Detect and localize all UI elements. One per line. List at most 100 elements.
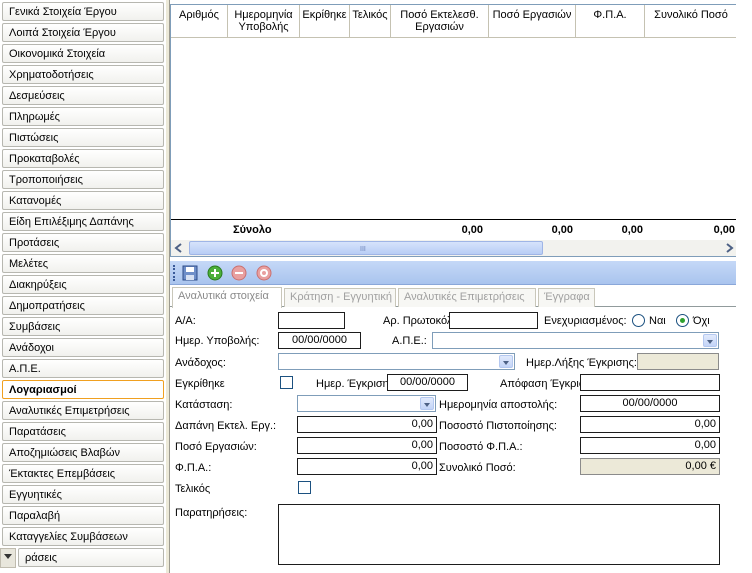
- chevron-down-icon[interactable]: [420, 397, 434, 410]
- column-header-number[interactable]: Αριθμός: [171, 5, 228, 38]
- sidebar-item[interactable]: Δεσμεύσεις: [2, 86, 164, 105]
- vat-pct-field[interactable]: 0,00: [580, 437, 720, 454]
- contractor-select[interactable]: [278, 353, 515, 370]
- executed-cost-label: Δαπάνη Εκτελ. Εργ.:: [175, 420, 277, 432]
- record-toolbar: [170, 261, 738, 285]
- sidebar-item[interactable]: Χρηματοδοτήσεις: [2, 65, 164, 84]
- scroll-thumb[interactable]: III: [189, 241, 543, 255]
- sidebar-item[interactable]: Αποζημιώσεις Βλαβών: [2, 443, 164, 462]
- ape-select[interactable]: [432, 332, 719, 349]
- sidebar-item[interactable]: Έκτακτες Επεμβάσεις: [2, 464, 164, 483]
- details-form: Α/Α: Αρ. Πρωτοκόλλου: Ενεχυριασμένος: Να…: [170, 308, 738, 570]
- executed-cost-field[interactable]: 0,00: [297, 416, 437, 433]
- send-date-field[interactable]: 00/00/0000: [580, 395, 720, 412]
- window-vertical-scrollbar[interactable]: [736, 0, 752, 573]
- sidebar-scroll-down-icon[interactable]: [0, 548, 16, 568]
- sidebar-item[interactable]: Τροποποιήσεις: [2, 170, 164, 189]
- sidebar-item[interactable]: Συμβάσεις: [2, 317, 164, 336]
- sidebar-item[interactable]: Λογαριασμοί: [2, 380, 164, 399]
- sidebar-item[interactable]: Ανάδοχοι: [2, 338, 164, 357]
- sidebar-item[interactable]: ράσεις: [18, 548, 164, 567]
- tab-documents[interactable]: Έγγραφα: [538, 288, 595, 307]
- scroll-grip: III: [360, 246, 366, 253]
- status-label: Κατάσταση:: [175, 399, 233, 411]
- sidebar-item[interactable]: Είδη Επιλέξιμης Δαπάνης: [2, 212, 164, 231]
- final-checkbox[interactable]: [298, 481, 311, 494]
- cert-pct-label: Ποσοστό Πιστοποίησης:: [439, 420, 557, 432]
- column-header-final[interactable]: Τελικός: [350, 5, 391, 38]
- sidebar-item[interactable]: Δημοπρατήσεις: [2, 296, 164, 315]
- total-works-amount: 0,00: [551, 224, 573, 236]
- notes-label: Παρατηρήσεις:: [175, 507, 248, 519]
- add-icon[interactable]: [207, 265, 223, 281]
- main-panel: Αριθμός Ημερομηνία Υποβολής Εκρίθηκε Τελ…: [169, 0, 752, 573]
- notes-field[interactable]: [278, 504, 720, 565]
- contractor-label: Ανάδοχος:: [175, 357, 226, 369]
- sidebar-item[interactable]: Προκαταβολές: [2, 149, 164, 168]
- sidebar-item[interactable]: Καταγγελίες Συμβάσεων: [2, 527, 164, 546]
- sidebar-item[interactable]: Κατανομές: [2, 191, 164, 210]
- sidebar-item[interactable]: Γενικά Στοιχεία Έργου: [2, 2, 164, 21]
- tab-measurements[interactable]: Αναλυτικές Επιμετρήσεις: [398, 288, 536, 307]
- grid-header: Αριθμός Ημερομηνία Υποβολής Εκρίθηκε Τελ…: [171, 5, 737, 38]
- sidebar-item[interactable]: Πληρωμές: [2, 107, 164, 126]
- approval-deadline-label: Ημερ.Λήξης Έγκρισης:: [526, 357, 637, 369]
- save-icon[interactable]: [182, 265, 198, 281]
- column-header-executed-amount[interactable]: Ποσό Εκτελεσθ. Εργασιών: [391, 5, 489, 38]
- chevron-down-icon[interactable]: [499, 355, 513, 368]
- total-label: Σύνολο: [233, 224, 272, 236]
- approved-label: Εγκρίθηκε: [175, 378, 225, 390]
- sidebar-item[interactable]: Μελέτες: [2, 254, 164, 273]
- scroll-left-icon[interactable]: [172, 241, 186, 255]
- pledged-label: Ενεχυριασμένος:: [544, 315, 627, 327]
- tab-details[interactable]: Αναλυτικά στοιχεία: [172, 287, 282, 308]
- grid-horizontal-scrollbar[interactable]: III: [171, 240, 737, 256]
- total-executed-amount: 0,00: [461, 224, 483, 236]
- sidebar-item[interactable]: Λοιπά Στοιχεία Έργου: [2, 23, 164, 42]
- ape-label: Α.Π.Ε.:: [392, 335, 427, 347]
- column-header-vat[interactable]: Φ.Π.Α.: [576, 5, 645, 38]
- pledged-yes-label: Ναι: [649, 315, 666, 327]
- aa-field[interactable]: [278, 312, 345, 329]
- tab-guarantee[interactable]: Κράτηση - Εγγυητική: [284, 288, 396, 307]
- protocol-field[interactable]: [449, 312, 538, 329]
- sidebar-item[interactable]: Οικονομικά Στοιχεία: [2, 44, 164, 63]
- vat-field[interactable]: 0,00: [297, 458, 437, 475]
- approval-date-label: Ημερ. Έγκρισης:: [316, 378, 398, 390]
- accounts-grid: Αριθμός Ημερομηνία Υποβολής Εκρίθηκε Τελ…: [170, 4, 738, 257]
- grid-total-row: Σύνολο 0,00 0,00 0,00 0,00: [171, 219, 737, 239]
- final-label: Τελικός: [175, 483, 211, 495]
- works-amount-field[interactable]: 0,00: [297, 437, 437, 454]
- vat-pct-label: Ποσοστό Φ.Π.Α.:: [439, 441, 523, 453]
- toolbar-grip: [173, 265, 175, 281]
- approval-date-field[interactable]: 00/00/0000: [387, 374, 468, 391]
- sidebar-item[interactable]: Παραλαβή: [2, 506, 164, 525]
- sidebar-item[interactable]: Εγγυητικές: [2, 485, 164, 504]
- chevron-down-icon[interactable]: [703, 334, 717, 347]
- cancel-icon[interactable]: [256, 265, 272, 281]
- pledged-yes-radio[interactable]: [632, 314, 645, 327]
- detail-tabs: Αναλυτικά στοιχεία Κράτηση - Εγγυητική Α…: [170, 287, 738, 308]
- column-header-approved[interactable]: Εκρίθηκε: [300, 5, 350, 38]
- cert-pct-field[interactable]: 0,00: [580, 416, 720, 433]
- sidebar-item[interactable]: Προτάσεις: [2, 233, 164, 252]
- delete-icon[interactable]: [231, 265, 247, 281]
- send-date-label: Ημερομηνία αποστολής:: [439, 399, 558, 411]
- column-header-works-amount[interactable]: Ποσό Εργασιών: [489, 5, 576, 38]
- column-header-total[interactable]: Συνολικό Ποσό: [645, 5, 737, 38]
- column-header-submit-date[interactable]: Ημερομηνία Υποβολής: [228, 5, 300, 38]
- approved-checkbox[interactable]: [280, 376, 293, 389]
- sidebar-item[interactable]: Παρατάσεις: [2, 422, 164, 441]
- total-vat: 0,00: [621, 224, 643, 236]
- scroll-right-icon[interactable]: [722, 241, 736, 255]
- status-select[interactable]: [297, 395, 436, 412]
- submit-date-label: Ημερ. Υποβολής:: [175, 335, 260, 347]
- sidebar-item[interactable]: Α.Π.Ε.: [2, 359, 164, 378]
- sidebar-item[interactable]: Αναλυτικές Επιμετρήσεις: [2, 401, 164, 420]
- submit-date-field[interactable]: 00/00/0000: [278, 332, 361, 349]
- sidebar-item[interactable]: Πιστώσεις: [2, 128, 164, 147]
- sidebar-item[interactable]: Διακηρύξεις: [2, 275, 164, 294]
- approval-decision-field[interactable]: [580, 374, 720, 391]
- chevron-down-icon: [4, 554, 12, 559]
- pledged-no-radio[interactable]: [676, 314, 689, 327]
